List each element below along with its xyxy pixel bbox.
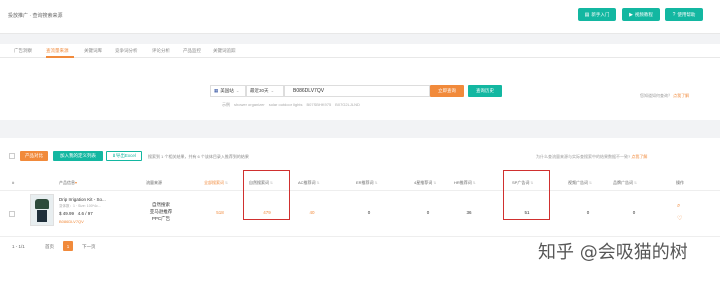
col-brand-terms[interactable]: 品牌广告词⇅ [613, 180, 637, 186]
brand-terms-count: 0 [632, 210, 636, 215]
col-product-info[interactable]: 产品信息▾ [59, 180, 77, 186]
us-flag-icon: ▦ [214, 88, 219, 93]
getting-started-button[interactable]: ▤ 新手入门 [578, 8, 616, 21]
heart-icon[interactable]: ♡ [677, 215, 682, 222]
product-compare-button[interactable]: 产品对比 [20, 151, 48, 161]
sort-icon: ⇅ [634, 181, 637, 185]
pagination-range: 1 - 1/1 [12, 244, 25, 249]
search-panel: ▦ 美国站 ⌄ 最近30天 ⌄ B086DLV7QV 立即查询 查询历史 示例 … [0, 58, 720, 120]
hot-word-link[interactable]: solar outdoor lights [269, 102, 303, 108]
select-all-checkbox[interactable] [9, 153, 15, 159]
data-mismatch-link[interactable]: 为什么查流量来源与实际查搜索中的结果数据不一致? 点我了解 [536, 154, 647, 160]
col-traffic-source: 流量来源 [146, 180, 162, 185]
book-icon: ▤ [584, 11, 590, 18]
col-index: # [12, 180, 15, 185]
product-asin-link[interactable]: B086DLV7QV [59, 219, 84, 224]
breadcrumb: 投放推广 · 查询搜索来源 [8, 13, 63, 19]
tab-competitor-words[interactable]: 竞争词分析 [115, 48, 138, 54]
divider [0, 236, 720, 237]
col-hr-terms[interactable]: HR推荐词⇅ [454, 180, 476, 186]
divider [0, 190, 720, 191]
star4-terms-count: 0 [426, 210, 430, 215]
next-page-button[interactable]: 下一页 [82, 244, 96, 250]
col-4star-terms[interactable]: 4星推荐词⇅ [414, 180, 436, 186]
tab-ad-insight[interactable]: 广告洞察 [14, 48, 32, 54]
sort-icon: ⇅ [472, 181, 476, 185]
col-video-terms[interactable]: 视频广告词⇅ [568, 180, 592, 186]
period-select[interactable]: 最近30天 ⌄ [246, 85, 284, 97]
sort-icon: ⇅ [589, 181, 592, 185]
marketplace-select[interactable]: ▦ 美国站 ⌄ [210, 85, 246, 97]
hot-word-link[interactable]: shower organizer [234, 102, 265, 108]
current-page-button[interactable]: 1 [63, 241, 73, 251]
hot-word-link[interactable]: B07SBHK975 [306, 102, 331, 108]
product-name[interactable]: Drip Irrigation Kit - So... [59, 197, 106, 202]
result-hint: 搜索到 1 个相关结果，共有 6 个该体目录入推荐到的结果 [148, 154, 249, 159]
highlight-sp-terms [503, 170, 550, 220]
top-bar: 投放推广 · 查询搜索来源 ▤ 新手入门 ▶ 视频教程 ? 使用帮助 [0, 0, 720, 34]
hot-word-link[interactable]: B07G2LJLND [335, 102, 360, 108]
traffic-source-natural: 自然搜索 [152, 202, 170, 207]
query-history-button[interactable]: 查询历史 [468, 85, 502, 97]
tab-bar: 广告洞察 查流量来源 关键词库 竞争词分析 评论分析 产品监控 关键词追踪 [0, 44, 720, 58]
first-page-button[interactable]: 首页 [45, 244, 54, 250]
traffic-source-ppc: PPC广告 [151, 216, 171, 221]
sort-icon: ⇅ [433, 181, 437, 185]
product-price-rating: $ 49.99 4.6 / 97 [59, 211, 93, 216]
ac-terms-count[interactable]: 40 [297, 210, 327, 215]
tab-product-monitor[interactable]: 产品监控 [183, 48, 201, 54]
col-er-terms[interactable]: ER推荐词⇅ [356, 180, 378, 186]
play-icon: ▶ [629, 11, 633, 18]
row-checkbox[interactable] [9, 211, 15, 217]
hr-terms-count: 36 [466, 210, 472, 215]
help-link[interactable]: 您知道如何查询？ 点我了解 [640, 93, 689, 99]
product-thumbnail[interactable] [30, 194, 54, 226]
col-actions: 操作 [676, 180, 684, 185]
tab-review-analysis[interactable]: 评论分析 [152, 48, 170, 54]
help-button[interactable]: ? 使用帮助 [665, 8, 703, 21]
hot-words: 示例 shower organizer solar outdoor lights… [222, 102, 360, 108]
tab-keyword-library[interactable]: 关键词库 [84, 48, 102, 54]
video-tutorial-button[interactable]: ▶ 视频教程 [622, 8, 660, 21]
sort-icon: ⇅ [374, 181, 378, 185]
tab-traffic-source[interactable]: 查流量来源 [46, 48, 69, 54]
er-terms-count: 0 [367, 210, 371, 215]
query-button[interactable]: 立即查询 [430, 85, 464, 97]
sort-icon: ⇅ [225, 181, 228, 185]
chevron-down-icon: ⌄ [235, 88, 240, 93]
sort-icon: ⇅ [316, 181, 320, 185]
export-excel-button[interactable]: ⬇ 导出Excel [106, 151, 142, 161]
col-all-terms[interactable]: 全部搜索词⇅ [204, 180, 228, 186]
search-icon[interactable]: ⌕ [677, 203, 680, 210]
all-terms-count[interactable]: 518 [205, 210, 235, 215]
asin-search-input[interactable]: B086DLV7QV [284, 85, 430, 97]
traffic-source-amazon: 亚马逊推荐 [149, 209, 173, 214]
highlight-natural-terms [243, 170, 290, 220]
watermark: 知乎 @会吸猫的树 [538, 242, 688, 263]
chevron-down-icon: ⌄ [270, 88, 275, 93]
help-icon: ? [672, 11, 676, 18]
product-meta: 变体数：1 · Size: 100*4c... [59, 204, 101, 208]
add-custom-list-button[interactable]: 加入我的定义列表 [53, 151, 103, 161]
video-terms-count: 0 [586, 210, 590, 215]
col-ac-terms[interactable]: AC推荐词⇅ [298, 180, 320, 186]
tab-keyword-tracking[interactable]: 关键词追踪 [213, 48, 236, 54]
